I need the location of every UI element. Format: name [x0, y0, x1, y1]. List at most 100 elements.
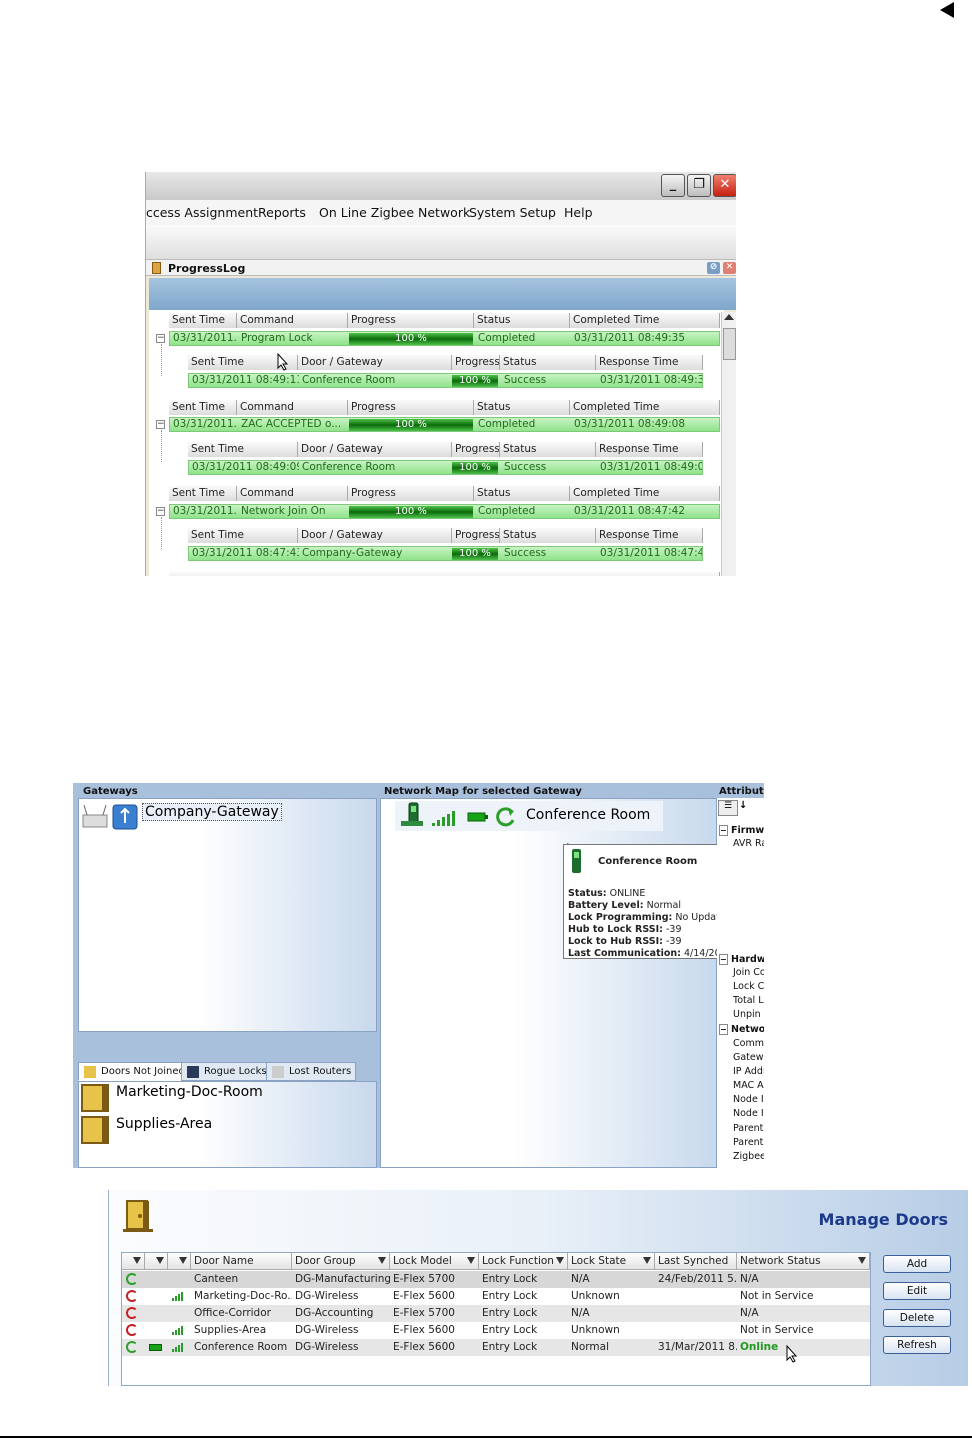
- col-completed-time[interactable]: Completed Time: [570, 400, 720, 415]
- menu-reports[interactable]: Reports: [258, 205, 306, 220]
- col-command[interactable]: Command: [237, 313, 348, 328]
- minimize-button[interactable]: _: [661, 174, 685, 197]
- pin-icon[interactable]: ⊘: [707, 262, 720, 274]
- col-last-synched[interactable]: Last Synched: [655, 1253, 737, 1270]
- col-network-status[interactable]: Network Status: [737, 1253, 870, 1270]
- menu-access-assignment[interactable]: ccess Assignment: [146, 205, 258, 220]
- col-progress[interactable]: Progress: [452, 442, 500, 457]
- edit-button[interactable]: Edit: [883, 1282, 951, 1300]
- col-sent-time[interactable]: Sent Time: [188, 528, 298, 543]
- list-item[interactable]: Supplies-Area: [116, 1116, 212, 1132]
- col-sent-time[interactable]: Sent Time: [169, 400, 237, 415]
- col-filter-signal[interactable]: [168, 1253, 191, 1270]
- filter-icon[interactable]: [556, 1257, 564, 1264]
- col-door-gateway[interactable]: Door / Gateway: [298, 442, 452, 457]
- col-door-group[interactable]: Door Group: [292, 1253, 390, 1270]
- filter-icon[interactable]: [643, 1257, 651, 1264]
- sort-az-icon[interactable]: ↓: [739, 800, 757, 816]
- col-sent-time[interactable]: Sent Time: [169, 313, 237, 328]
- table-row[interactable]: Office-Corridor DG-Accounting E-Flex 570…: [122, 1305, 870, 1322]
- attr-item[interactable]: Node II: [733, 1094, 764, 1105]
- col-progress[interactable]: Progress: [348, 313, 474, 328]
- col-status[interactable]: Status: [500, 442, 596, 457]
- menu-online-zigbee-network[interactable]: On Line Zigbee Network: [319, 205, 470, 220]
- col-door-gateway[interactable]: Door / Gateway: [298, 355, 452, 370]
- col-lock-model[interactable]: Lock Model: [390, 1253, 479, 1270]
- filter-icon[interactable]: [467, 1257, 475, 1264]
- col-sent-time[interactable]: Sent Time: [188, 442, 298, 457]
- back-arrow-icon[interactable]: [940, 2, 954, 18]
- table-row[interactable]: Supplies-Area DG-Wireless E-Flex 5600 En…: [122, 1322, 870, 1339]
- categorized-icon[interactable]: ☰: [718, 800, 738, 816]
- command-row[interactable]: 03/31/2011... ZAC ACCEPTED o... 100 % Co…: [169, 417, 720, 432]
- attr-item[interactable]: Node II: [733, 1108, 764, 1119]
- filter-icon[interactable]: [858, 1257, 866, 1264]
- filter-icon[interactable]: [179, 1257, 187, 1264]
- attr-item[interactable]: IP Addr: [733, 1066, 764, 1077]
- col-lock-function[interactable]: Lock Function: [479, 1253, 568, 1270]
- attr-item[interactable]: Comm I: [733, 1038, 764, 1049]
- tab-doors-not-joined[interactable]: Doors Not Joined: [78, 1062, 190, 1081]
- filter-icon[interactable]: [378, 1257, 386, 1264]
- col-progress[interactable]: Progress: [348, 400, 474, 415]
- tab-rogue-locks[interactable]: Rogue Locks: [181, 1062, 272, 1081]
- gateway-item[interactable]: Company-Gateway: [142, 803, 282, 821]
- attr-item[interactable]: Join Co: [733, 967, 764, 978]
- list-item[interactable]: Marketing-Doc-Room: [116, 1084, 263, 1100]
- vertical-scrollbar[interactable]: [721, 312, 736, 576]
- col-status[interactable]: Status: [500, 528, 596, 543]
- col-progress[interactable]: Progress: [348, 486, 474, 501]
- detail-row[interactable]: 03/31/2011 08:47:43 Company-Gateway 100 …: [188, 546, 703, 561]
- refresh-button[interactable]: Refresh: [883, 1336, 951, 1354]
- restore-button[interactable]: ❐: [687, 174, 711, 197]
- col-progress[interactable]: Progress: [452, 528, 500, 543]
- col-door-gateway[interactable]: Door / Gateway: [298, 528, 452, 543]
- filter-icon[interactable]: [156, 1257, 164, 1264]
- col-response-time[interactable]: Response Time: [596, 442, 703, 457]
- col-command[interactable]: Command: [237, 400, 348, 415]
- command-row[interactable]: 03/31/2011... Program Lock 100 % Complet…: [169, 331, 720, 346]
- col-status[interactable]: Status: [500, 355, 596, 370]
- panel-close-icon[interactable]: ✕: [723, 262, 736, 274]
- col-command[interactable]: Command: [237, 486, 348, 501]
- attr-item[interactable]: Parent I: [733, 1123, 764, 1134]
- col-response-time[interactable]: Response Time: [596, 355, 703, 370]
- table-row[interactable]: Canteen DG-Manufacturing E-Flex 5700 Ent…: [122, 1271, 870, 1288]
- col-lock-state[interactable]: Lock State: [568, 1253, 655, 1270]
- col-filter-battery[interactable]: [145, 1253, 168, 1270]
- col-status[interactable]: Status: [474, 400, 570, 415]
- attr-item[interactable]: Total L: [733, 995, 764, 1006]
- close-button[interactable]: ✕: [713, 174, 736, 197]
- attr-item[interactable]: Zigbee: [733, 1151, 764, 1162]
- filter-icon[interactable]: [133, 1257, 141, 1264]
- scroll-up-icon[interactable]: [724, 314, 734, 320]
- add-button[interactable]: Add: [883, 1255, 951, 1273]
- table-row[interactable]: Conference Room DG-Wireless E-Flex 5600 …: [122, 1339, 870, 1356]
- col-completed-time[interactable]: Completed Time: [570, 486, 720, 501]
- col-status[interactable]: Status: [474, 486, 570, 501]
- collapse-icon[interactable]: −: [156, 507, 165, 516]
- delete-button[interactable]: Delete: [883, 1309, 951, 1327]
- attr-item[interactable]: MAC A: [733, 1080, 764, 1091]
- col-response-time[interactable]: Response Time: [596, 528, 703, 543]
- attr-item[interactable]: Unpin I: [733, 1009, 764, 1020]
- col-filter-sync[interactable]: [122, 1253, 145, 1270]
- collapse-icon[interactable]: −: [156, 420, 165, 429]
- menu-system-setup[interactable]: System Setup: [469, 205, 556, 220]
- col-door-name[interactable]: Door Name: [191, 1253, 292, 1270]
- detail-row[interactable]: 03/31/2011 08:49:09 Conference Room 100 …: [188, 460, 703, 475]
- col-status[interactable]: Status: [474, 313, 570, 328]
- col-sent-time[interactable]: Sent Time: [169, 486, 237, 501]
- attr-item[interactable]: Parent I: [733, 1137, 764, 1148]
- menu-help[interactable]: Help: [564, 205, 593, 220]
- collapse-icon[interactable]: −: [156, 334, 165, 343]
- table-row[interactable]: Marketing-Doc-Ro... DG-Wireless E-Flex 5…: [122, 1288, 870, 1305]
- detail-row[interactable]: 03/31/2011 08:49:11 Conference Room 100 …: [188, 373, 703, 388]
- network-node[interactable]: Conference Room: [395, 801, 663, 831]
- attr-item[interactable]: Gatewa: [733, 1052, 764, 1063]
- attr-item[interactable]: AVR Ra: [733, 838, 764, 849]
- scroll-thumb[interactable]: [723, 328, 736, 360]
- col-progress[interactable]: Progress: [452, 355, 500, 370]
- attr-item[interactable]: Lock C: [733, 981, 764, 992]
- tab-lost-routers[interactable]: Lost Routers: [266, 1062, 357, 1081]
